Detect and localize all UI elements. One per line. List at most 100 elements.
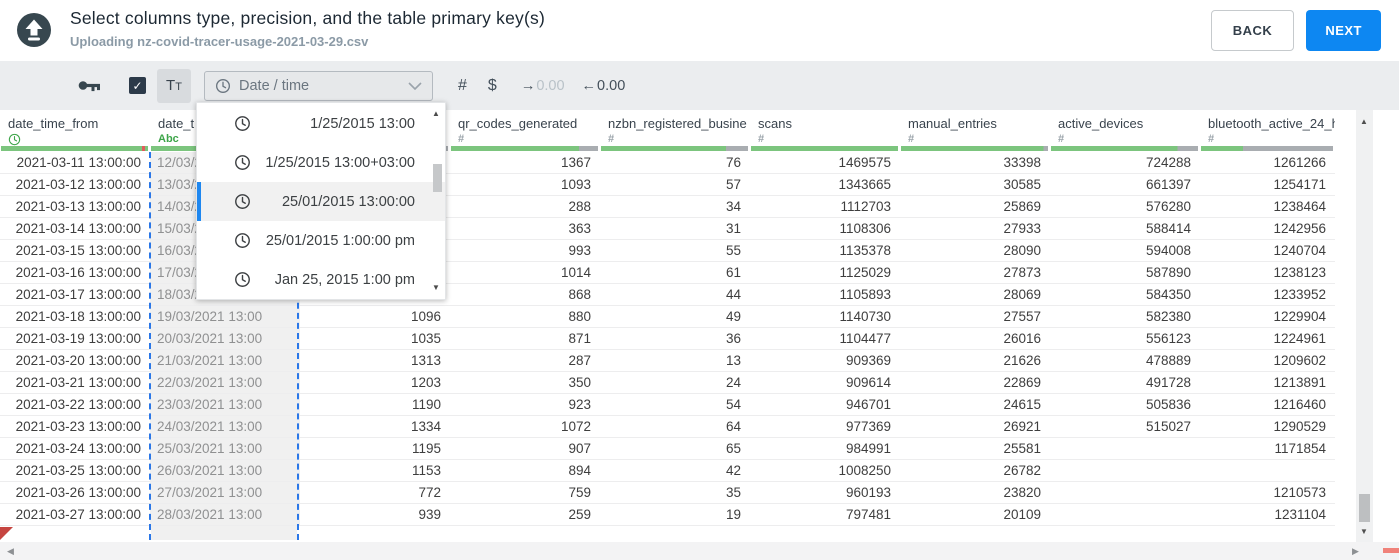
decimal-decrease-button[interactable]: ← 0.00 (582, 78, 626, 94)
table-cell[interactable]: 20/03/2021 13:00 (150, 328, 300, 349)
dropdown-item[interactable]: 1/25/2015 13:00 (197, 104, 445, 143)
table-cell[interactable]: 1290529 (1200, 416, 1335, 437)
table-cell[interactable]: 22869 (900, 372, 1050, 393)
table-cell[interactable]: 909369 (750, 350, 900, 371)
table-cell[interactable]: 1203 (300, 372, 450, 393)
table-cell[interactable]: 2021-03-13 13:00:00 (0, 196, 150, 217)
table-cell[interactable]: 1224961 (1200, 328, 1335, 349)
table-cell[interactable]: 23/03/2021 13:00 (150, 394, 300, 415)
scroll-left-icon[interactable]: ◀ (7, 547, 14, 556)
column-header-qr_codes_generated[interactable]: qr_codes_generated # (450, 110, 600, 146)
table-cell[interactable]: 1008250 (750, 460, 900, 481)
table-cell[interactable]: 259 (450, 504, 600, 525)
table-cell[interactable]: 1231104 (1200, 504, 1335, 525)
table-cell[interactable]: 44 (600, 284, 750, 305)
table-cell[interactable]: 880 (450, 306, 600, 327)
table-cell[interactable]: 23820 (900, 482, 1050, 503)
table-cell[interactable]: 939 (300, 504, 450, 525)
table-cell[interactable] (1050, 460, 1200, 481)
table-cell[interactable]: 13 (600, 350, 750, 371)
table-cell[interactable]: 894 (450, 460, 600, 481)
table-cell[interactable]: 288 (450, 196, 600, 217)
table-cell[interactable]: 2021-03-17 13:00:00 (0, 284, 150, 305)
table-cell[interactable]: 28069 (900, 284, 1050, 305)
table-cell[interactable]: 2021-03-11 13:00:00 (0, 152, 150, 173)
table-cell[interactable]: 1195 (300, 438, 450, 459)
table-cell[interactable]: 27557 (900, 306, 1050, 327)
decimal-increase-button[interactable]: → 0.00 (521, 78, 565, 94)
table-cell[interactable]: 28090 (900, 240, 1050, 261)
column-header-bluetooth_active_24_hr_[interactable]: bluetooth_active_24_hr_ # (1200, 110, 1335, 146)
table-cell[interactable]: 797481 (750, 504, 900, 525)
currency-type-button[interactable]: $ (488, 77, 497, 95)
table-cell[interactable]: 724288 (1050, 152, 1200, 173)
table-cell[interactable]: 1334 (300, 416, 450, 437)
table-cell[interactable]: 1254171 (1200, 174, 1335, 195)
table-cell[interactable]: 1096 (300, 306, 450, 327)
table-cell[interactable]: 25869 (900, 196, 1050, 217)
table-cell[interactable]: 57 (600, 174, 750, 195)
table-cell[interactable]: 1104477 (750, 328, 900, 349)
next-button[interactable]: NEXT (1306, 10, 1381, 51)
table-cell[interactable]: 1209602 (1200, 350, 1335, 371)
table-cell[interactable]: 28/03/2021 13:00 (150, 504, 300, 525)
table-cell[interactable]: 36 (600, 328, 750, 349)
table-cell[interactable]: 27/03/2021 13:00 (150, 482, 300, 503)
table-cell[interactable]: 2021-03-12 13:00:00 (0, 174, 150, 195)
table-cell[interactable]: 34 (600, 196, 750, 217)
table-cell[interactable]: 350 (450, 372, 600, 393)
table-cell[interactable]: 1242956 (1200, 218, 1335, 239)
scroll-down-icon[interactable]: ▼ (1360, 528, 1368, 536)
table-cell[interactable]: 2021-03-18 13:00:00 (0, 306, 150, 327)
table-cell[interactable]: 1469575 (750, 152, 900, 173)
boolean-type-checkbox[interactable]: ✓ (129, 77, 146, 94)
table-cell[interactable]: 26921 (900, 416, 1050, 437)
table-cell[interactable]: 26016 (900, 328, 1050, 349)
table-cell[interactable]: 960193 (750, 482, 900, 503)
table-cell[interactable]: 984991 (750, 438, 900, 459)
column-header-nzbn_registered_busine[interactable]: nzbn_registered_busine # (600, 110, 750, 146)
text-type-button[interactable]: Tt (157, 68, 191, 103)
table-cell[interactable]: 24 (600, 372, 750, 393)
dropdown-item[interactable]: Jan 25, 2015 1:00 pm (197, 260, 445, 299)
table-cell[interactable]: 22/03/2021 13:00 (150, 372, 300, 393)
table-cell[interactable]: 1240704 (1200, 240, 1335, 261)
table-cell[interactable]: 1213891 (1200, 372, 1335, 393)
horizontal-scrollbar[interactable]: ◀ ▶ (0, 542, 1399, 560)
table-cell[interactable]: 27873 (900, 262, 1050, 283)
table-cell[interactable]: 19 (600, 504, 750, 525)
table-cell[interactable]: 661397 (1050, 174, 1200, 195)
vertical-scrollbar[interactable]: ▲ ▼ (1356, 110, 1373, 542)
table-cell[interactable]: 1238123 (1200, 262, 1335, 283)
table-cell[interactable]: 2021-03-23 13:00:00 (0, 416, 150, 437)
table-cell[interactable]: 31 (600, 218, 750, 239)
table-cell[interactable]: 587890 (1050, 262, 1200, 283)
table-cell[interactable]: 1035 (300, 328, 450, 349)
table-cell[interactable]: 759 (450, 482, 600, 503)
table-cell[interactable]: 363 (450, 218, 600, 239)
table-cell[interactable]: 491728 (1050, 372, 1200, 393)
table-cell[interactable]: 2021-03-20 13:00:00 (0, 350, 150, 371)
scroll-up-icon[interactable]: ▲ (432, 110, 440, 118)
table-cell[interactable]: 1112703 (750, 196, 900, 217)
column-header-manual_entries[interactable]: manual_entries # (900, 110, 1050, 146)
scroll-down-icon[interactable]: ▼ (432, 284, 440, 292)
primary-key-icon[interactable] (78, 78, 102, 93)
table-cell[interactable]: 49 (600, 306, 750, 327)
table-cell[interactable] (1050, 482, 1200, 503)
table-cell[interactable]: 1105893 (750, 284, 900, 305)
table-cell[interactable]: 2021-03-25 13:00:00 (0, 460, 150, 481)
table-cell[interactable]: 1093 (450, 174, 600, 195)
number-type-button[interactable]: # (458, 77, 467, 95)
table-cell[interactable]: 30585 (900, 174, 1050, 195)
table-cell[interactable]: 772 (300, 482, 450, 503)
column-header-date_time_from[interactable]: date_time_from (0, 110, 150, 146)
table-cell[interactable]: 25581 (900, 438, 1050, 459)
table-cell[interactable]: 1216460 (1200, 394, 1335, 415)
table-cell[interactable]: 1140730 (750, 306, 900, 327)
table-cell[interactable]: 478889 (1050, 350, 1200, 371)
table-cell[interactable]: 1014 (450, 262, 600, 283)
table-cell[interactable]: 2021-03-19 13:00:00 (0, 328, 150, 349)
table-cell[interactable]: 65 (600, 438, 750, 459)
table-cell[interactable]: 24615 (900, 394, 1050, 415)
